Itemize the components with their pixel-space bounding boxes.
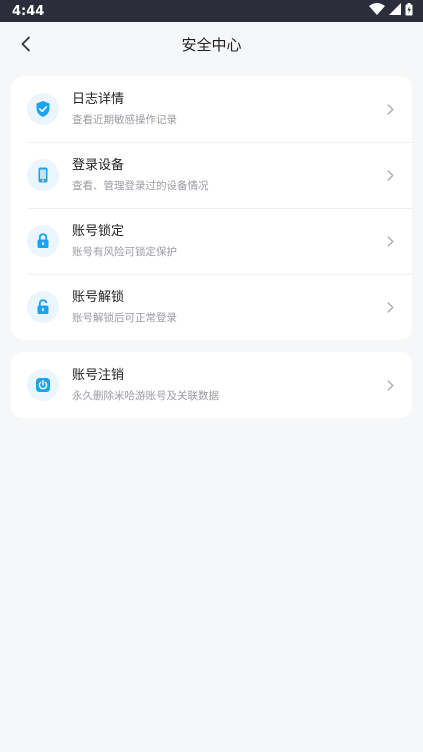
lock-icon bbox=[27, 225, 59, 257]
menu-item-title: 账号锁定 bbox=[72, 223, 125, 239]
security-options-card: 日志详情 查看近期敏感操作记录 登录设备 查看、管理登录过的设备情况 账号锁定 … bbox=[11, 76, 412, 340]
back-button[interactable] bbox=[14, 32, 38, 56]
unlock-icon bbox=[27, 291, 59, 323]
wifi-icon bbox=[369, 3, 385, 19]
chevron-right-icon bbox=[384, 379, 396, 391]
account-deletion-card: 账号注销 永久删除米哈游账号及关联数据 bbox=[11, 352, 412, 418]
phone-device-icon bbox=[27, 159, 59, 191]
menu-item-title: 账号解锁 bbox=[72, 289, 125, 305]
menu-item-texts: 账号锁定 账号有风险可锁定保护 bbox=[72, 223, 384, 260]
signal-icon bbox=[389, 3, 401, 19]
menu-item-subtitle: 查看、管理登录过的设备情况 bbox=[72, 179, 209, 192]
status-bar: 4:44 bbox=[0, 0, 423, 22]
menu-item-texts: 账号注销 永久删除米哈游账号及关联数据 bbox=[72, 367, 384, 404]
menu-item-subtitle: 账号解锁后可正常登录 bbox=[72, 311, 177, 324]
menu-item-title: 登录设备 bbox=[72, 157, 125, 173]
battery-icon bbox=[405, 2, 413, 20]
power-icon bbox=[27, 369, 59, 401]
status-time: 4:44 bbox=[12, 3, 45, 19]
menu-item-account-lock[interactable]: 账号锁定 账号有风险可锁定保护 bbox=[11, 208, 412, 274]
chevron-left-icon bbox=[21, 36, 30, 52]
menu-item-texts: 日志详情 查看近期敏感操作记录 bbox=[72, 91, 384, 128]
menu-item-account-unlock[interactable]: 账号解锁 账号解锁后可正常登录 bbox=[11, 274, 412, 340]
chevron-right-icon bbox=[384, 169, 396, 181]
shield-check-icon bbox=[27, 93, 59, 125]
menu-item-title: 日志详情 bbox=[72, 91, 125, 107]
chevron-right-icon bbox=[384, 103, 396, 115]
menu-item-subtitle: 查看近期敏感操作记录 bbox=[72, 113, 177, 126]
menu-item-texts: 登录设备 查看、管理登录过的设备情况 bbox=[72, 157, 384, 194]
status-icons bbox=[369, 2, 413, 20]
nav-bar: 安全中心 bbox=[0, 22, 423, 66]
menu-item-account-deletion[interactable]: 账号注销 永久删除米哈游账号及关联数据 bbox=[11, 352, 412, 418]
menu-item-log-details[interactable]: 日志详情 查看近期敏感操作记录 bbox=[11, 76, 412, 142]
menu-item-subtitle: 永久删除米哈游账号及关联数据 bbox=[72, 389, 219, 402]
menu-item-subtitle: 账号有风险可锁定保护 bbox=[72, 245, 177, 258]
menu-item-login-devices[interactable]: 登录设备 查看、管理登录过的设备情况 bbox=[11, 142, 412, 208]
menu-item-texts: 账号解锁 账号解锁后可正常登录 bbox=[72, 289, 384, 326]
page-title: 安全中心 bbox=[181, 35, 242, 54]
chevron-right-icon bbox=[384, 301, 396, 313]
chevron-right-icon bbox=[384, 235, 396, 247]
menu-item-title: 账号注销 bbox=[72, 367, 125, 383]
